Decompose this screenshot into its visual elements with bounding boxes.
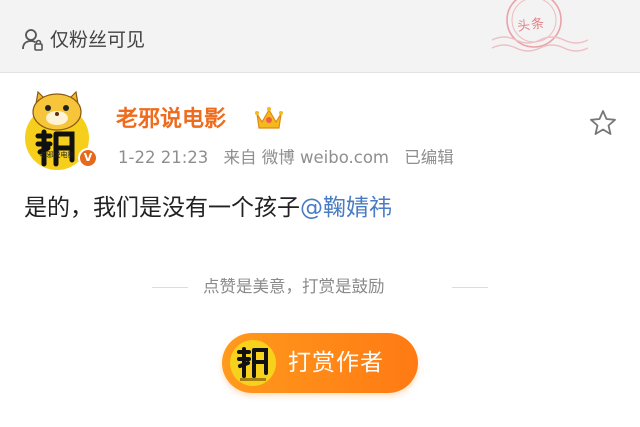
author-name[interactable]: 老邪说电影: [116, 106, 226, 134]
post-meta: 1-22 21:23 来自 微博 weibo.com 已编辑: [118, 147, 464, 169]
verified-badge-icon: V: [78, 148, 98, 168]
post-text: 是的，我们是没有一个孩子: [24, 195, 300, 221]
reward-author-button[interactable]: 打赏作者: [222, 333, 418, 393]
post-source[interactable]: 来自 微博 weibo.com: [224, 148, 389, 167]
user-privacy-icon: [22, 29, 43, 51]
mention-link[interactable]: @鞠婧祎: [300, 195, 392, 221]
divider: [152, 287, 188, 288]
crown-icon[interactable]: [254, 104, 284, 132]
stamp-text: 头条: [516, 16, 547, 35]
post-date: 1-22 21:23: [118, 148, 209, 167]
post-body: 是的，我们是没有一个孩子@鞠婧祎: [24, 193, 392, 223]
reward-logo-icon: [230, 340, 276, 386]
edited-label[interactable]: 已编辑: [404, 148, 454, 167]
reward-prompt: 点赞是美意，打赏是鼓励: [203, 277, 385, 296]
avatar-brand-text: 老邪说电影: [39, 151, 75, 159]
star-icon[interactable]: [588, 108, 618, 138]
visibility-label: 仅粉丝可见: [50, 29, 146, 51]
visibility-bar: 仅粉丝可见 头条: [0, 0, 640, 73]
reward-button-label: 打赏作者: [288, 350, 384, 376]
divider: [452, 287, 488, 288]
